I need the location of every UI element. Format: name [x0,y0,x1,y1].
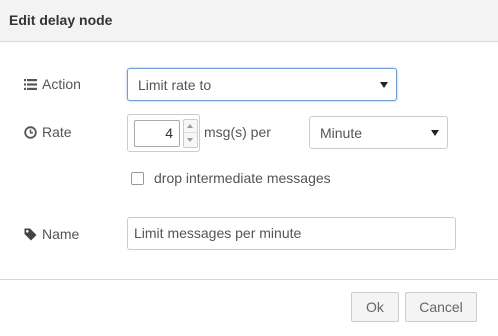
rate-value-input[interactable]: 4 [134,120,180,147]
rate-spinner-buttons [183,119,198,148]
rate-label-text: Rate [42,124,72,140]
drop-intermediate-label: drop intermediate messages [154,170,331,186]
rate-period-select[interactable]: Minute [309,116,448,149]
tag-icon [24,228,37,240]
spinner-up-icon[interactable] [184,120,197,133]
name-label: Name [24,226,79,242]
cancel-button[interactable]: Cancel [405,292,477,322]
chevron-down-icon [431,130,439,136]
action-label: Action [24,76,81,92]
list-icon [24,78,37,90]
ok-button[interactable]: Ok [351,292,399,322]
dialog-title: Edit delay node [9,12,113,28]
action-select[interactable]: Limit rate to [127,68,397,101]
rate-label: Rate [24,124,72,140]
drop-intermediate-checkbox[interactable] [131,172,144,185]
spinner-down-icon[interactable] [184,134,197,147]
rate-period-value: Minute [320,125,363,141]
name-input[interactable]: Limit messages per minute [127,217,456,250]
edit-delay-node-dialog: Edit delay node Action Limit rate to Rat… [0,0,498,336]
footer-divider [0,279,498,280]
rate-unit-text: msg(s) per [204,124,271,140]
chevron-down-icon [380,82,388,88]
rate-spinner: 4 [127,114,200,152]
action-select-value: Limit rate to [138,77,212,93]
name-label-text: Name [42,226,80,242]
clock-icon [24,125,37,139]
dialog-titlebar: Edit delay node [0,0,498,42]
action-label-text: Action [42,76,81,92]
